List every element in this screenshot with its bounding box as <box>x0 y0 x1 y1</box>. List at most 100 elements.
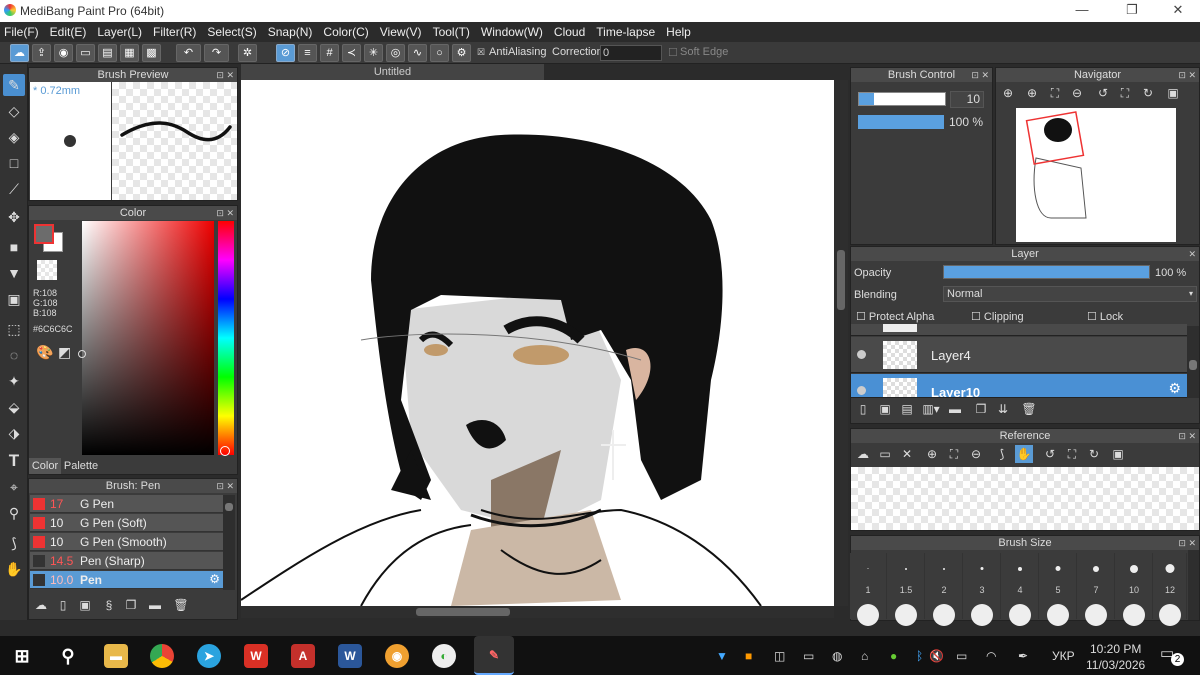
layer-list-scrollbar[interactable] <box>1187 326 1199 398</box>
panel-close-icon[interactable]: ✕ <box>1188 247 1196 261</box>
correction-dropdown[interactable]: 0 <box>600 45 662 61</box>
flip-icon[interactable]: ▣ <box>1164 84 1182 102</box>
size-value-field[interactable]: 10 <box>950 91 984 108</box>
size-slider[interactable] <box>858 92 946 106</box>
maximize-button[interactable]: ❐ <box>1112 2 1152 18</box>
duplicate-layer-icon[interactable]: ❐ <box>972 400 990 418</box>
brush-item-pen-sharp[interactable]: 14.5 Pen (Sharp) <box>30 552 223 570</box>
frame-icon[interactable]: ▭ <box>76 44 95 62</box>
browser-icon[interactable]: ◉ <box>385 644 409 668</box>
ref-rotate-left-icon[interactable]: ↺ <box>1041 445 1059 463</box>
delete-layer-icon[interactable]: 🗑 <box>1020 400 1038 418</box>
ref-zoom-out-icon[interactable]: ⊖ <box>967 445 985 463</box>
divide-tool-icon[interactable]: ⚲ <box>3 502 25 524</box>
layer-row[interactable]: Layer4 <box>851 337 1187 373</box>
layer-opacity-slider[interactable] <box>943 265 1150 279</box>
brush-item-g-pen[interactable]: 17 G Pen <box>30 495 223 513</box>
menu-file[interactable]: File(F) <box>4 25 39 39</box>
menu-cloud[interactable]: Cloud <box>554 25 585 39</box>
brush-size-cell[interactable]: 3 <box>964 553 1001 626</box>
brush-item-pen[interactable]: 10.0 Pen ⚙ <box>30 571 223 589</box>
vertical-scroll-thumb[interactable] <box>837 250 845 310</box>
rotate-right-icon[interactable]: ↻ <box>1139 84 1157 102</box>
grid-view-icon[interactable]: ▩ <box>142 44 161 62</box>
battery-icon[interactable]: ▭ <box>956 649 967 663</box>
tab-color[interactable]: Color <box>29 458 61 474</box>
zoom-in-icon[interactable]: ⊕ <box>1023 84 1041 102</box>
layer-settings-icon[interactable]: ⚙ <box>1168 380 1181 397</box>
foreground-color-swatch[interactable] <box>34 224 54 244</box>
menu-select[interactable]: Select(S) <box>207 25 256 39</box>
brush-size-cell[interactable]: 10 <box>1116 553 1153 626</box>
brush-size-cell[interactable]: 12 <box>1154 553 1187 626</box>
comment-icon[interactable]: ◉ <box>54 44 73 62</box>
brush-size-cell[interactable]: 7 <box>1078 553 1115 626</box>
opacity-slider[interactable] <box>858 115 944 129</box>
duplicate-brush-icon[interactable]: ❐ <box>122 596 140 614</box>
brush-folder-icon[interactable]: ▬ <box>146 596 164 614</box>
antialias-checkbox[interactable]: ☒ <box>477 47 485 58</box>
new-halftone-layer-icon[interactable]: ▣ <box>876 400 894 418</box>
wps-office-icon[interactable]: W <box>244 644 268 668</box>
windows-start-icon[interactable]: ⊞ <box>10 644 34 668</box>
hue-slider[interactable] <box>218 221 234 456</box>
move-tool-icon[interactable]: ✥ <box>3 206 25 228</box>
blending-dropdown[interactable]: Normal ▾ <box>943 286 1197 302</box>
merge-down-icon[interactable]: ⇊ <box>994 400 1012 418</box>
search-icon[interactable]: ⚲ <box>56 644 80 668</box>
reference-canvas[interactable] <box>851 467 1199 530</box>
tray-shield-icon[interactable]: ▼ <box>716 649 728 663</box>
layer-row-selected[interactable]: Layer10 ⚙ <box>851 374 1187 398</box>
brush-size-cell[interactable]: 5 <box>1040 553 1077 626</box>
brush-item-g-pen-smooth[interactable]: 10 G Pen (Smooth) <box>30 533 223 551</box>
eraser-alt-icon[interactable]: ◈ <box>3 126 25 148</box>
panel-close-icon[interactable]: ⊡ ✕ <box>216 479 234 493</box>
panel-close-icon[interactable]: ⊡ ✕ <box>1178 536 1196 550</box>
perspective-snap-icon[interactable]: ≺ <box>342 44 361 62</box>
layer-row-partial[interactable] <box>851 324 1187 336</box>
soft-edge-checkbox[interactable]: ☐ <box>668 46 678 59</box>
eyedropper-icon[interactable]: ⟆ <box>3 532 25 554</box>
menu-layer[interactable]: Layer(L) <box>97 25 142 39</box>
ref-actual-size-icon[interactable]: ⛶ <box>1063 445 1081 463</box>
minimize-button[interactable]: — <box>1062 2 1102 17</box>
snap-settings-icon[interactable]: ⚙ <box>452 44 471 62</box>
tray-steam-icon[interactable]: ◍ <box>832 649 842 663</box>
ref-fit-icon[interactable]: ⛶ <box>945 445 963 463</box>
page-icon[interactable]: ▦ <box>120 44 139 62</box>
tray-game-icon[interactable]: ● <box>890 649 897 663</box>
menu-help[interactable]: Help <box>666 25 691 39</box>
cloud-brush-icon[interactable]: ☁ <box>32 596 50 614</box>
actual-size-icon[interactable]: ⛶ <box>1116 84 1134 102</box>
saturation-value-field[interactable] <box>78 221 214 455</box>
zoom-fit-icon[interactable]: ⊕ <box>999 84 1017 102</box>
zoom-out-icon[interactable]: ⊖ <box>1068 84 1086 102</box>
lasso-icon[interactable]: ◌ <box>3 344 25 366</box>
panel-icon[interactable]: ▤ <box>98 44 117 62</box>
brush-item-g-pen-soft[interactable]: 10 G Pen (Soft) <box>30 514 223 532</box>
ref-zoom-in-icon[interactable]: ⊕ <box>923 445 941 463</box>
menu-edit[interactable]: Edit(E) <box>50 25 87 39</box>
eraser-tool-icon[interactable]: ◇ <box>3 100 25 122</box>
select-eraser-icon[interactable]: ⬗ <box>3 422 25 444</box>
panel-close-icon[interactable]: ⊡ ✕ <box>216 68 234 82</box>
telegram-icon[interactable]: ➤ <box>197 644 221 668</box>
close-button[interactable]: ✕ <box>1158 2 1198 18</box>
scroll-thumb[interactable] <box>225 503 233 511</box>
curve-snap-icon[interactable]: ∿ <box>408 44 427 62</box>
tray-camera-icon[interactable]: ◫ <box>774 649 785 663</box>
radial-snap-icon[interactable]: ✳ <box>364 44 383 62</box>
grid-snap-icon[interactable]: # <box>320 44 339 62</box>
undo-icon[interactable]: ↶ <box>176 44 201 62</box>
bluetooth-icon[interactable]: ᛒ <box>916 649 923 663</box>
menu-color[interactable]: Color(C) <box>323 25 368 39</box>
chrome-icon[interactable] <box>150 644 174 668</box>
tray-monitor-icon[interactable]: ▭ <box>803 649 814 663</box>
pen-icon[interactable]: ✒ <box>1018 649 1028 663</box>
concentric-snap-icon[interactable]: ◎ <box>386 44 405 62</box>
deselect-icon[interactable]: ✲ <box>238 44 257 62</box>
layer-folder-icon[interactable]: ▬ <box>946 400 964 418</box>
circle-snap-icon[interactable]: ○ <box>430 44 449 62</box>
new-brush-icon[interactable]: ▯ <box>54 596 72 614</box>
add-layer-menu-icon[interactable]: ▥▾ <box>920 400 942 418</box>
